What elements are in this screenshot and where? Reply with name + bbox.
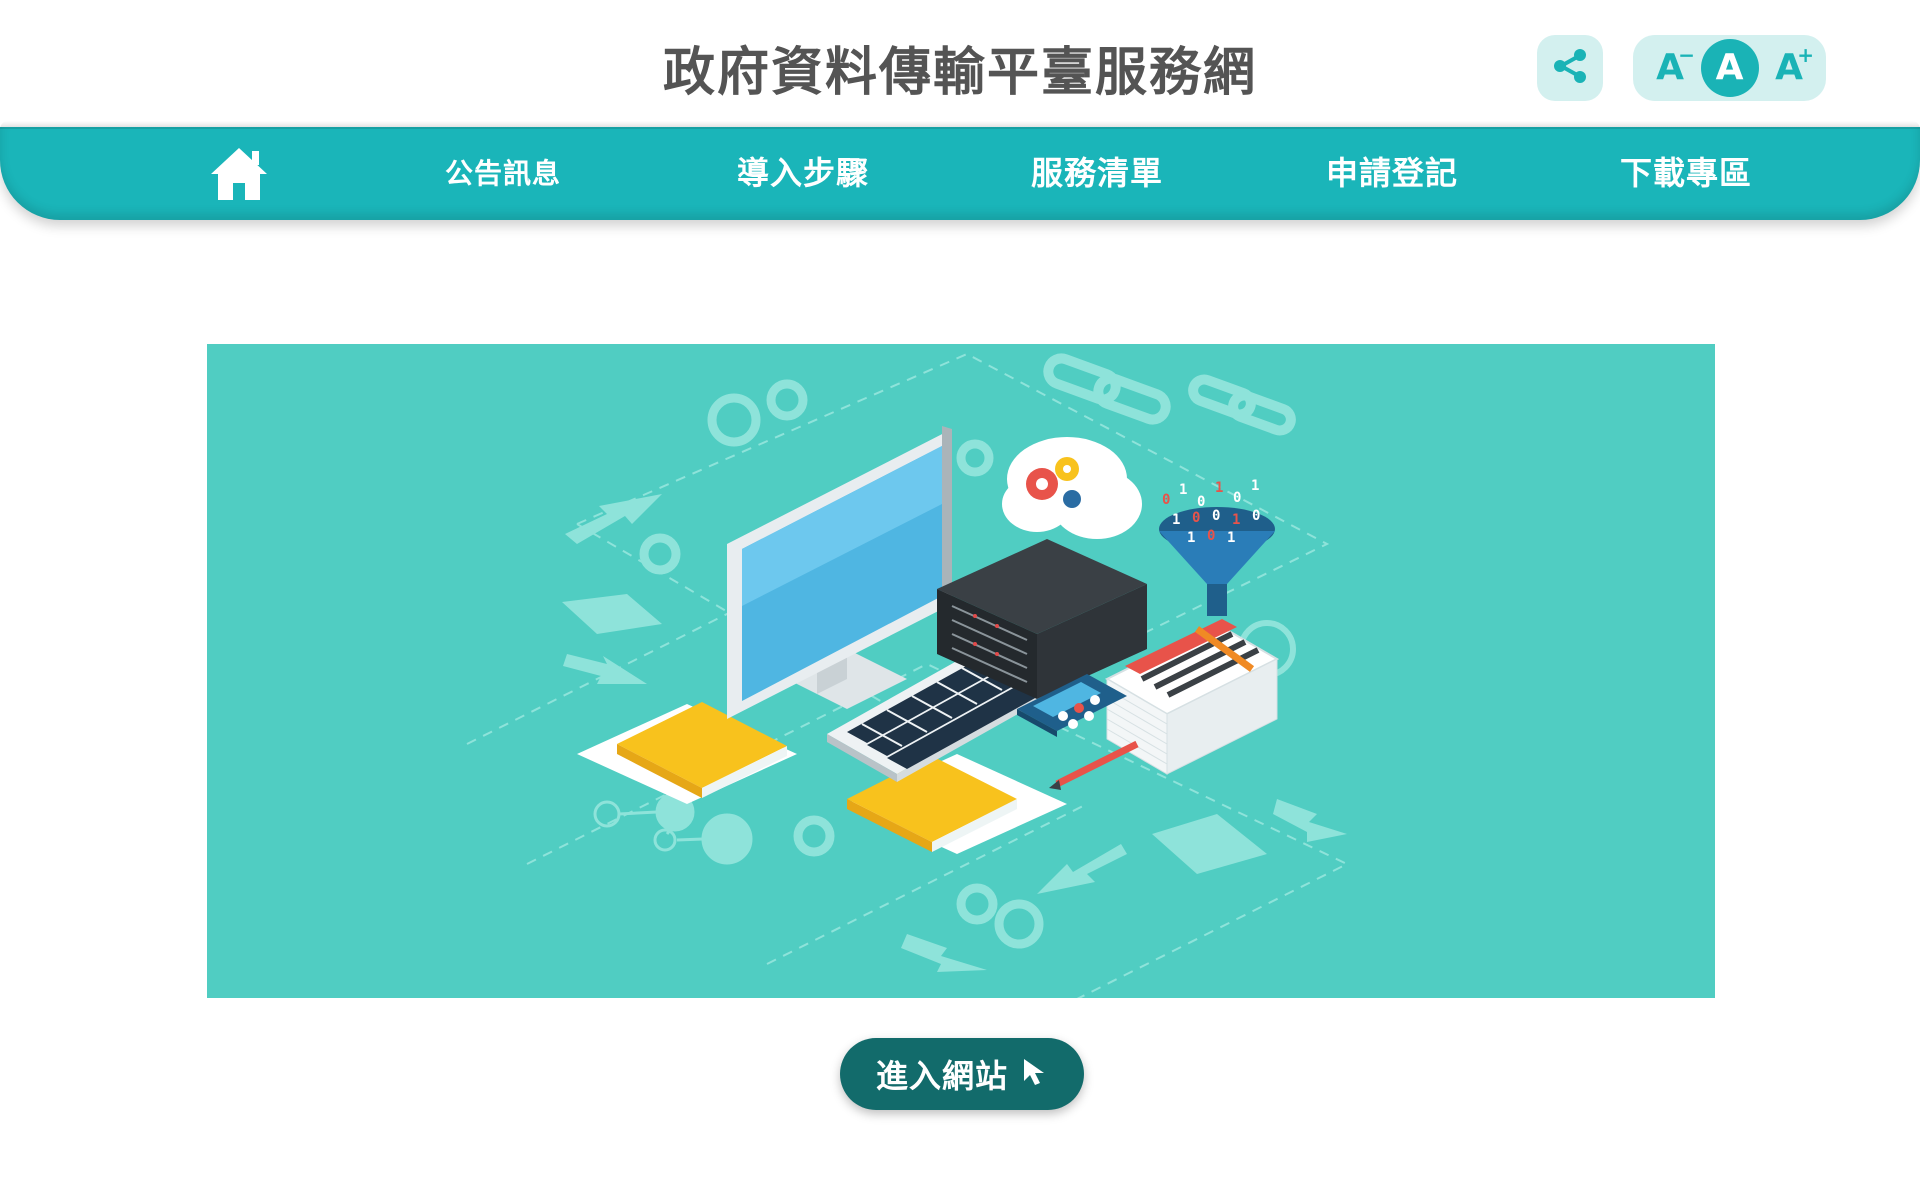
svg-text:0: 0: [1207, 528, 1215, 544]
svg-text:1: 1: [1251, 478, 1259, 494]
hero-illustration: 0 1 0 1 0 1 1 0 0 1 0 1 0 1: [207, 344, 1715, 998]
svg-text:1: 1: [1215, 480, 1223, 496]
site-title: 政府資料傳輸平臺服務網: [662, 43, 1257, 103]
main-navigation: 公告訊息 導入步驟 服務清單 申請登記 下載專區: [0, 121, 1920, 220]
nav-item-import-steps[interactable]: 導入步驟: [733, 127, 873, 220]
svg-text:0: 0: [1233, 490, 1241, 506]
plus-icon: +: [1797, 43, 1814, 67]
share-icon: [1549, 45, 1591, 91]
home-button[interactable]: [208, 145, 270, 203]
nav-item-downloads[interactable]: 下載專區: [1616, 127, 1756, 220]
svg-text:1: 1: [1172, 512, 1180, 528]
share-button[interactable]: [1537, 35, 1603, 101]
svg-text:1: 1: [1232, 512, 1240, 528]
cursor-arrow-icon: [1022, 1057, 1048, 1091]
nav-item-registration[interactable]: 申請登記: [1322, 127, 1462, 220]
minus-icon: −: [1678, 43, 1695, 67]
font-default-button[interactable]: A: [1700, 39, 1759, 97]
enter-site-label: 進入網站: [875, 1057, 1008, 1095]
svg-text:0: 0: [1197, 494, 1205, 510]
nav-item-announcements[interactable]: 公告訊息: [442, 127, 564, 220]
nav-item-service-list[interactable]: 服務清單: [1027, 127, 1167, 220]
isometric-computer-data-illustration: 0 1 0 1 0 1 1 0 0 1 0 1 0 1: [466, 352, 1350, 998]
svg-text:1: 1: [1179, 482, 1187, 498]
svg-text:1: 1: [1227, 530, 1235, 546]
svg-text:0: 0: [1252, 508, 1260, 524]
font-increase-button[interactable]: A +: [1760, 39, 1818, 97]
svg-text:1: 1: [1187, 530, 1195, 546]
font-size-controls: A − A A +: [1633, 35, 1826, 101]
font-default-icon: A: [1715, 47, 1744, 88]
svg-text:0: 0: [1212, 508, 1220, 524]
enter-site-button[interactable]: 進入網站: [840, 1038, 1084, 1110]
home-icon: [208, 148, 270, 207]
svg-text:0: 0: [1162, 492, 1170, 508]
font-decrease-button[interactable]: A −: [1641, 39, 1699, 97]
svg-text:0: 0: [1192, 510, 1200, 526]
